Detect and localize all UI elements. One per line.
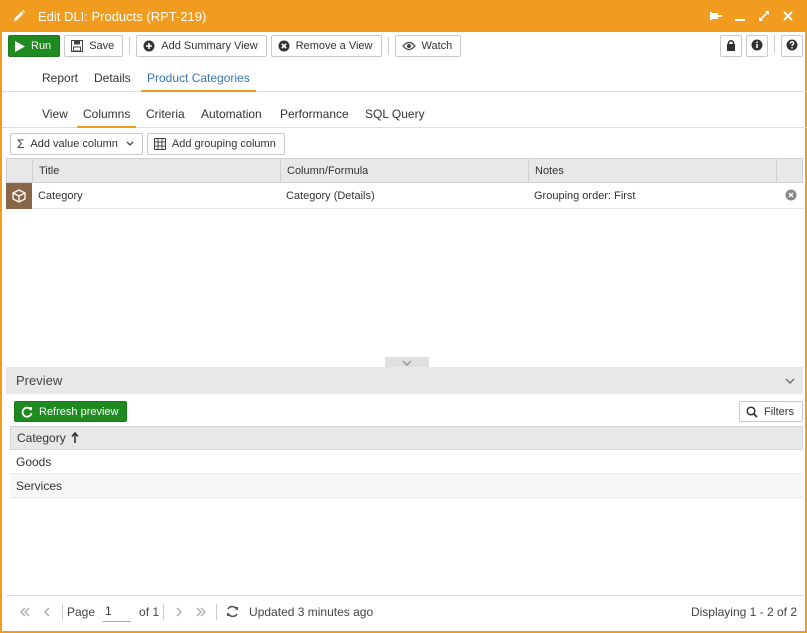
filters-button[interactable]: Filters — [739, 401, 803, 422]
pager-divider — [62, 603, 63, 620]
tab-details[interactable]: Details — [94, 64, 131, 92]
report-tabs: Report Details Product Categories — [2, 64, 807, 92]
page-number-input[interactable] — [103, 601, 132, 622]
pager-divider — [216, 603, 218, 620]
preview-column-header-label: Category — [17, 431, 66, 445]
table-row[interactable]: Goods — [10, 450, 803, 474]
previous-page-icon[interactable] — [36, 607, 58, 617]
refresh-icon — [21, 406, 33, 418]
tab-automation[interactable]: Automation — [201, 100, 262, 128]
save-button[interactable]: Save — [64, 35, 124, 57]
lock-icon — [726, 39, 736, 54]
next-page-icon[interactable] — [168, 607, 190, 617]
help-button[interactable] — [781, 35, 803, 57]
watch-label: Watch — [421, 40, 453, 52]
chevron-down-icon — [126, 141, 134, 147]
remove-view-label: Remove a View — [295, 40, 373, 52]
save-label: Save — [89, 40, 115, 52]
preview-cell: Services — [16, 478, 63, 493]
row-notes: Grouping order: First — [534, 190, 636, 202]
add-summary-view-button[interactable]: Add Summary View — [136, 35, 267, 57]
view-tabs: View Columns Criteria Automation Perform… — [2, 100, 807, 128]
info-icon — [751, 39, 763, 54]
pin-icon[interactable] — [705, 5, 727, 27]
box-icon — [6, 183, 32, 209]
add-grouping-column-button[interactable]: Add grouping column — [146, 133, 285, 155]
tab-product-categories[interactable]: Product Categories — [141, 64, 256, 92]
tab-criteria[interactable]: Criteria — [146, 100, 185, 128]
row-formula: Category (Details) — [286, 190, 375, 202]
tab-columns[interactable]: Columns — [77, 100, 137, 128]
preview-column-header[interactable]: Category — [10, 426, 803, 450]
preview-header[interactable]: Preview — [6, 367, 803, 394]
add-value-column-button[interactable]: Σ Add value column — [10, 133, 143, 155]
floppy-icon — [71, 40, 84, 52]
minimize-icon[interactable] — [729, 5, 751, 27]
first-page-icon[interactable] — [14, 607, 36, 617]
toolbar-divider — [774, 35, 775, 53]
columns-grid-header: Title Column/Formula Notes — [6, 158, 803, 183]
header-title[interactable]: Title — [33, 159, 281, 183]
table-row[interactable]: Category Category (Details) Grouping ord… — [6, 183, 803, 209]
toolbar-divider — [129, 37, 131, 55]
add-summary-view-label: Add Summary View — [161, 40, 258, 52]
sigma-icon: Σ — [17, 137, 25, 151]
preview-cell: Goods — [16, 454, 52, 469]
add-value-column-label: Add value column — [30, 138, 118, 150]
displaying-count: Displaying 1 - 2 of 2 — [690, 604, 797, 619]
reload-icon[interactable] — [221, 605, 243, 618]
columns-grid: Title Column/Formula Notes Category Cate… — [6, 158, 803, 210]
tab-view[interactable]: View — [42, 100, 68, 128]
page-count: of 1 — [139, 604, 160, 619]
refresh-preview-label: Refresh preview — [39, 405, 119, 418]
maximize-icon[interactable] — [753, 5, 775, 27]
preview-title: Preview — [16, 373, 63, 388]
preview-table: Category Goods Services — [10, 426, 803, 498]
filters-label: Filters — [764, 405, 794, 418]
header-spacer — [7, 159, 33, 183]
remove-row-icon[interactable] — [785, 189, 797, 204]
edit-window: Edit DLI: Products (RPT-219) Run Save Ad… — [0, 0, 807, 633]
panel-splitter[interactable] — [385, 357, 429, 367]
remove-view-button[interactable]: Remove a View — [270, 35, 382, 57]
run-label: Run — [31, 40, 52, 52]
main-toolbar: Run Save Add Summary View Remove a View — [2, 32, 807, 60]
updated-status: Updated 3 minutes ago — [249, 604, 374, 619]
play-icon — [15, 40, 25, 52]
grid-icon — [153, 138, 166, 150]
tab-sql-query[interactable]: SQL Query — [365, 100, 425, 128]
refresh-preview-button[interactable]: Refresh preview — [14, 401, 128, 422]
run-button[interactable]: Run — [8, 35, 61, 57]
add-grouping-column-label: Add grouping column — [171, 138, 276, 150]
tab-report[interactable]: Report — [42, 64, 78, 92]
watch-button[interactable]: Watch — [394, 35, 462, 57]
pager-divider — [163, 603, 165, 620]
row-title: Category — [38, 190, 83, 202]
window-title: Edit DLI: Products (RPT-219) — [38, 8, 207, 24]
plus-circle-icon — [143, 40, 155, 52]
toolbar-divider — [387, 37, 389, 55]
sort-ascending-icon — [71, 432, 79, 444]
header-notes[interactable]: Notes — [529, 159, 777, 183]
header-column-formula[interactable]: Column/Formula — [281, 159, 529, 183]
window-titlebar[interactable]: Edit DLI: Products (RPT-219) — [2, 0, 807, 32]
close-icon[interactable] — [777, 5, 799, 27]
pagination-bar: Page of 1 Updated 3 minutes ago Displayi… — [6, 595, 803, 627]
search-icon — [746, 405, 758, 418]
column-actions-bar: Σ Add value column Add grouping column — [2, 131, 807, 157]
pencil-icon — [12, 7, 30, 25]
chevron-down-icon[interactable] — [785, 378, 795, 384]
last-page-icon[interactable] — [190, 607, 212, 617]
eye-icon — [401, 41, 416, 51]
help-icon — [786, 39, 798, 54]
table-row[interactable]: Services — [10, 474, 803, 498]
remove-circle-icon — [278, 40, 290, 52]
lock-button[interactable] — [720, 35, 742, 57]
tab-performance[interactable]: Performance — [280, 100, 349, 128]
info-button[interactable] — [746, 35, 768, 57]
page-label: Page — [67, 604, 96, 619]
